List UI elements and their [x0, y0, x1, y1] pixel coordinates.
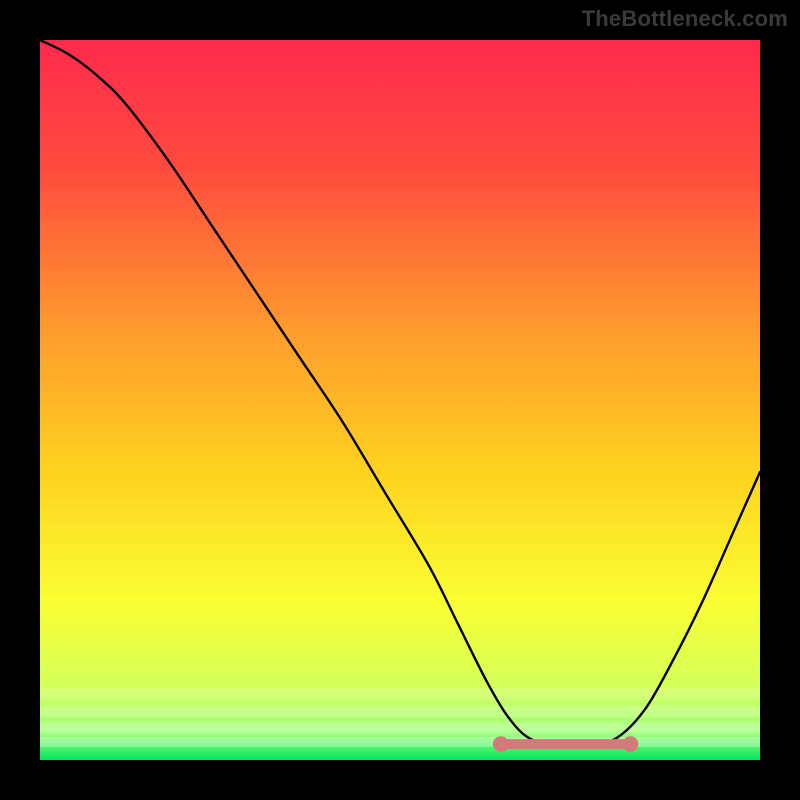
- gradient-background: [40, 40, 760, 760]
- chart-frame: TheBottleneck.com: [0, 0, 800, 800]
- glow-band: [40, 737, 760, 747]
- optimal-range-end-dot: [622, 736, 638, 752]
- glow-band: [40, 706, 760, 718]
- optimal-range-start-dot: [493, 736, 509, 752]
- watermark-text: TheBottleneck.com: [582, 6, 788, 32]
- plot-area: [40, 40, 760, 760]
- glow-band: [40, 723, 760, 734]
- chart-svg: [40, 40, 760, 760]
